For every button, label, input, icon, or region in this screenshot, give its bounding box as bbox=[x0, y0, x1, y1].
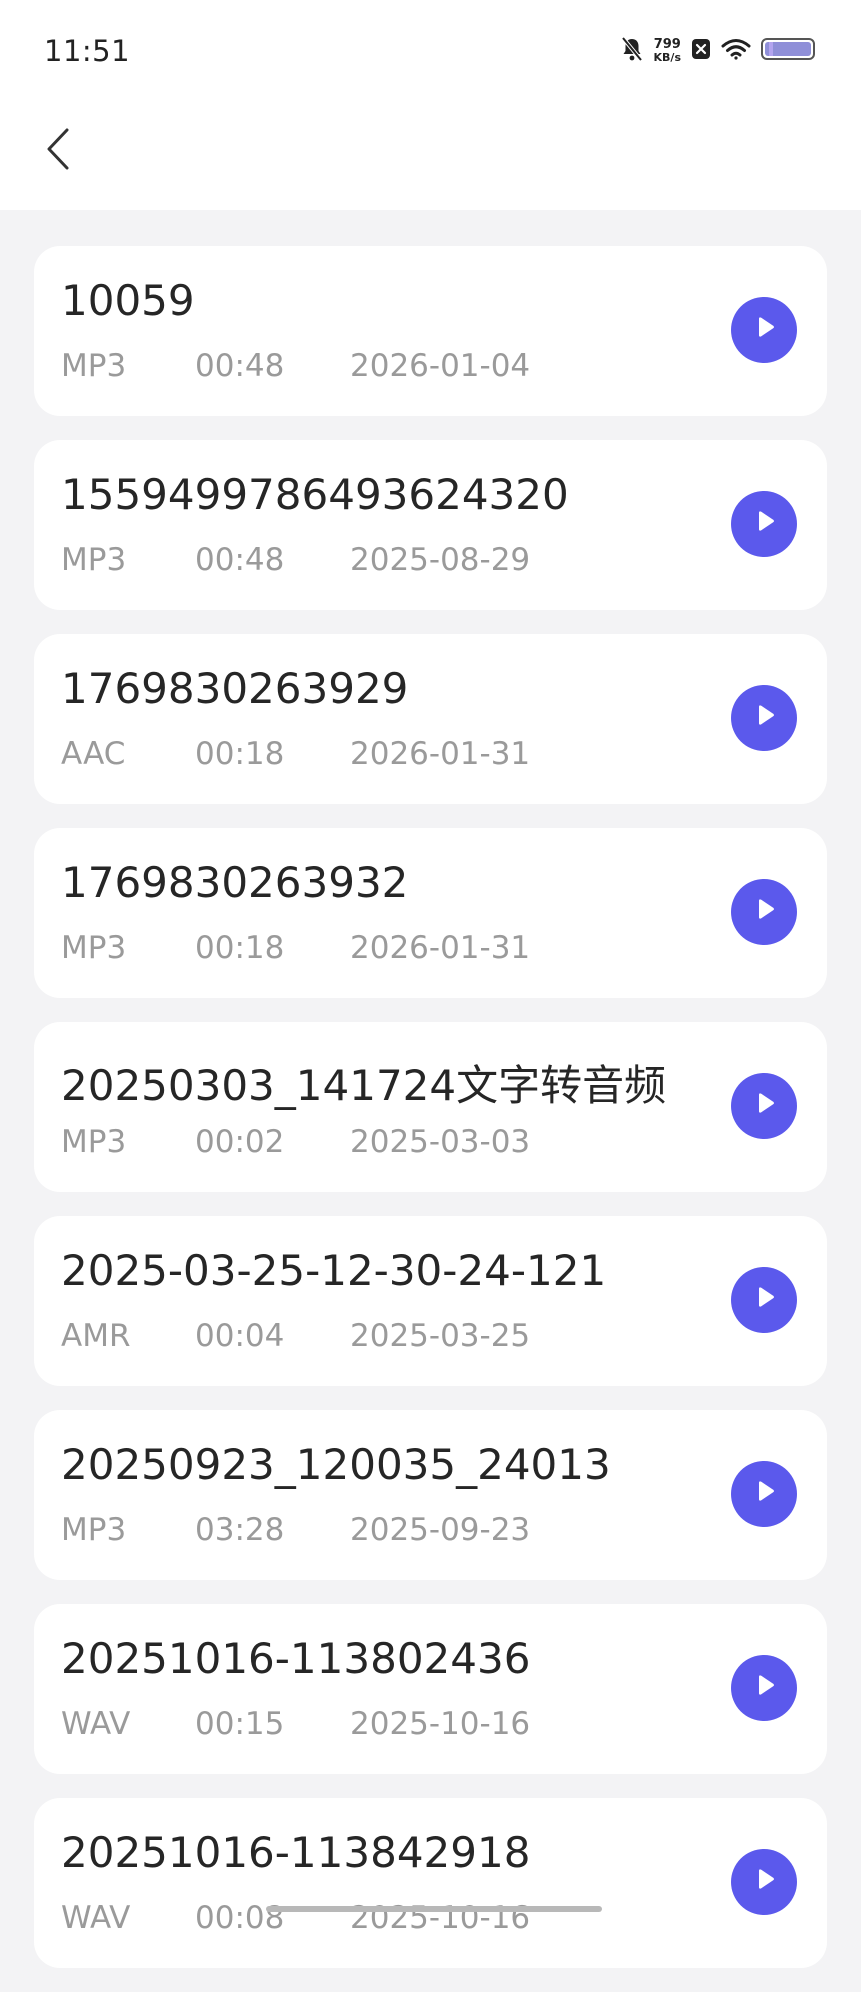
status-icons: 799 KB/s bbox=[620, 32, 817, 70]
mute-bell-icon bbox=[620, 36, 644, 66]
sim-blocked-icon bbox=[691, 38, 711, 64]
file-meta: AMR 00:04 2025-03-25 bbox=[61, 1318, 530, 1354]
file-format: MP3 bbox=[61, 930, 127, 966]
file-title: 1769830263929 bbox=[61, 664, 409, 713]
net-speed: 799 KB/s bbox=[654, 38, 681, 64]
file-format: MP3 bbox=[61, 1124, 127, 1160]
play-icon bbox=[749, 1477, 779, 1511]
net-speed-value: 799 bbox=[653, 37, 681, 52]
file-title: 20251016-113802436 bbox=[61, 1634, 531, 1683]
play-button[interactable] bbox=[731, 491, 797, 557]
play-button[interactable] bbox=[731, 297, 797, 363]
file-duration: 00:04 bbox=[195, 1318, 285, 1354]
status-time: 11:51 bbox=[44, 34, 131, 68]
file-title: 2025-03-25-12-30-24-121 bbox=[61, 1246, 607, 1295]
play-button[interactable] bbox=[731, 1073, 797, 1139]
file-format: WAV bbox=[61, 1706, 131, 1742]
audio-file-item[interactable]: 1769830263932 MP3 00:18 2026-01-31 bbox=[34, 828, 827, 998]
file-meta: AAC 00:18 2026-01-31 bbox=[61, 736, 530, 772]
audio-file-item[interactable]: 20250303_141724文字转音频 MP3 00:02 2025-03-03 bbox=[34, 1022, 827, 1192]
file-meta: MP3 00:48 2026-01-04 bbox=[61, 348, 530, 384]
file-duration: 00:15 bbox=[195, 1706, 285, 1742]
play-button[interactable] bbox=[731, 1461, 797, 1527]
file-duration: 03:28 bbox=[195, 1512, 285, 1548]
chevron-left-icon bbox=[45, 127, 71, 175]
play-icon bbox=[749, 1865, 779, 1899]
file-meta: WAV 00:15 2025-10-16 bbox=[61, 1706, 530, 1742]
file-title: 10059 bbox=[61, 276, 195, 325]
audio-file-item[interactable]: 10059 MP3 00:48 2026-01-04 bbox=[34, 246, 827, 416]
file-duration: 00:48 bbox=[195, 348, 285, 384]
net-speed-unit: KB/s bbox=[653, 51, 681, 64]
file-date: 2025-08-29 bbox=[350, 542, 531, 578]
home-indicator[interactable] bbox=[266, 1906, 602, 1912]
file-title: 20251016-113842918 bbox=[61, 1828, 531, 1877]
audio-file-item[interactable]: 1559499786493624320 MP3 00:48 2025-08-29 bbox=[34, 440, 827, 610]
wifi-icon bbox=[721, 38, 751, 64]
play-icon bbox=[749, 313, 779, 347]
file-date: 2025-03-03 bbox=[350, 1124, 531, 1160]
play-icon bbox=[749, 1089, 779, 1123]
audio-file-item[interactable]: 20251016-113842918 WAV 00:08 2025-10-16 bbox=[34, 1798, 827, 1968]
file-title: 1559499786493624320 bbox=[61, 470, 569, 519]
play-button[interactable] bbox=[731, 879, 797, 945]
file-format: MP3 bbox=[61, 348, 127, 384]
file-format: MP3 bbox=[61, 542, 127, 578]
play-button[interactable] bbox=[731, 685, 797, 751]
file-title: 1769830263932 bbox=[61, 858, 409, 907]
file-format: MP3 bbox=[61, 1512, 127, 1548]
file-date: 2026-01-31 bbox=[350, 736, 531, 772]
file-date: 2026-01-04 bbox=[350, 348, 531, 384]
play-icon bbox=[749, 701, 779, 735]
file-duration: 00:18 bbox=[195, 930, 285, 966]
file-meta: MP3 00:02 2025-03-03 bbox=[61, 1124, 530, 1160]
app-header bbox=[0, 100, 861, 210]
file-format: AAC bbox=[61, 736, 126, 772]
file-duration: 00:48 bbox=[195, 542, 285, 578]
file-date: 2025-09-23 bbox=[350, 1512, 531, 1548]
play-button[interactable] bbox=[731, 1849, 797, 1915]
file-title: 20250923_120035_24013 bbox=[61, 1440, 611, 1489]
audio-file-item[interactable]: 2025-03-25-12-30-24-121 AMR 00:04 2025-03-… bbox=[34, 1216, 827, 1386]
file-meta: MP3 00:18 2026-01-31 bbox=[61, 930, 530, 966]
status-bar: 11:51 799 KB/s bbox=[0, 0, 861, 100]
play-icon bbox=[749, 895, 779, 929]
battery-icon bbox=[761, 37, 817, 65]
file-title: 20250303_141724文字转音频 bbox=[61, 1061, 667, 1110]
audio-file-item[interactable]: 20251016-113802436 WAV 00:15 2025-10-16 bbox=[34, 1604, 827, 1774]
play-icon bbox=[749, 507, 779, 541]
file-duration: 00:18 bbox=[195, 736, 285, 772]
play-icon bbox=[749, 1283, 779, 1317]
file-date: 2025-10-16 bbox=[350, 1706, 531, 1742]
play-button[interactable] bbox=[731, 1267, 797, 1333]
play-icon bbox=[749, 1671, 779, 1705]
file-meta: MP3 03:28 2025-09-23 bbox=[61, 1512, 530, 1548]
file-duration: 00:02 bbox=[195, 1124, 285, 1160]
audio-file-item[interactable]: 20250923_120035_24013 MP3 03:28 2025-09-23 bbox=[34, 1410, 827, 1580]
audio-file-item[interactable]: 1769830263929 AAC 00:18 2026-01-31 bbox=[34, 634, 827, 804]
audio-file-list: 10059 MP3 00:48 2026-01-04 155949978649362… bbox=[34, 246, 827, 1992]
file-date: 2026-01-31 bbox=[350, 930, 531, 966]
file-format: AMR bbox=[61, 1318, 131, 1354]
file-format: WAV bbox=[61, 1900, 131, 1936]
back-button[interactable] bbox=[36, 124, 80, 178]
file-meta: MP3 00:48 2025-08-29 bbox=[61, 542, 530, 578]
file-date: 2025-03-25 bbox=[350, 1318, 531, 1354]
play-button[interactable] bbox=[731, 1655, 797, 1721]
